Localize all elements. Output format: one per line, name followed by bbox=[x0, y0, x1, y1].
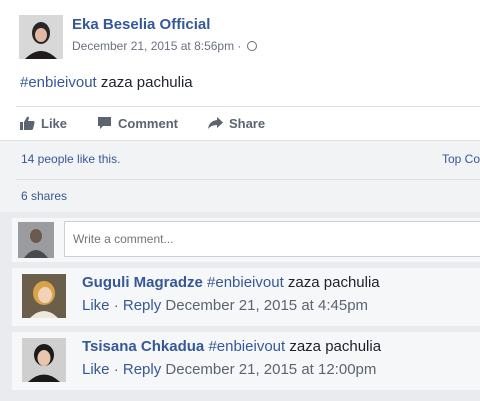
commenter-name[interactable]: Tsisana Chkadua bbox=[82, 338, 204, 355]
comment-timestamp[interactable]: December 21, 2015 at 4:45pm bbox=[165, 297, 368, 314]
post-timestamp-text[interactable]: December 21, 2015 at 8:56pm · bbox=[72, 39, 241, 53]
commenter-name[interactable]: Guguli Magradze bbox=[82, 274, 203, 291]
comment-text: zaza pachulia bbox=[285, 338, 382, 355]
post-author[interactable]: Eka Beselia Official bbox=[72, 16, 210, 33]
author-avatar[interactable] bbox=[19, 15, 63, 59]
likes-summary[interactable]: 14 people like this. bbox=[21, 152, 120, 166]
comment-reply-link[interactable]: Reply bbox=[123, 297, 161, 314]
divider bbox=[16, 179, 480, 180]
comment-content: Guguli Magradze #enbieivout zaza pachuli… bbox=[82, 274, 380, 291]
globe-icon bbox=[247, 41, 258, 51]
thumbs-up-icon bbox=[20, 116, 35, 130]
post-card: Eka Beselia Official December 21, 2015 a… bbox=[0, 0, 480, 212]
post-actions: Like Comment Share bbox=[20, 110, 295, 136]
separator: · bbox=[109, 361, 123, 378]
current-user-avatar bbox=[18, 222, 54, 258]
shares-count[interactable]: 6 shares bbox=[21, 189, 67, 203]
commenter-photo-icon bbox=[22, 338, 66, 382]
comment-timestamp[interactable]: December 21, 2015 at 12:00pm bbox=[165, 361, 376, 378]
post-body: zaza pachulia bbox=[96, 74, 193, 91]
comment-composer bbox=[12, 218, 480, 262]
comment-input[interactable] bbox=[64, 221, 480, 257]
like-button[interactable]: Like bbox=[20, 116, 67, 131]
post-timestamp[interactable]: December 21, 2015 at 8:56pm · bbox=[72, 39, 258, 53]
comment-hashtag[interactable]: #enbieivout bbox=[207, 274, 284, 291]
share-label: Share bbox=[228, 115, 266, 131]
post-hashtag[interactable]: #enbieivout bbox=[20, 74, 97, 91]
separator: · bbox=[109, 297, 123, 314]
comment-body: Tsisana Chkadua #enbieivout zaza pachuli… bbox=[82, 338, 381, 378]
author-photo-icon bbox=[19, 15, 63, 59]
comment-item: Tsisana Chkadua #enbieivout zaza pachuli… bbox=[12, 332, 480, 390]
share-arrow-icon bbox=[207, 117, 223, 129]
post-stats: 14 people like this. Top Co 6 shares bbox=[0, 140, 480, 212]
commenter-avatar[interactable] bbox=[22, 338, 66, 382]
comment-label: Comment bbox=[118, 115, 178, 131]
comment-content: Tsisana Chkadua #enbieivout zaza pachuli… bbox=[82, 338, 381, 355]
comment-body: Guguli Magradze #enbieivout zaza pachuli… bbox=[82, 274, 380, 314]
like-label: Like bbox=[41, 115, 68, 131]
commenter-avatar[interactable] bbox=[22, 274, 66, 318]
comment-like-link[interactable]: Like bbox=[82, 361, 110, 378]
user-photo-icon bbox=[18, 222, 54, 258]
comment-hashtag[interactable]: #enbieivout bbox=[208, 338, 285, 355]
comment-item: Guguli Magradze #enbieivout zaza pachuli… bbox=[12, 268, 480, 326]
share-button[interactable]: Share bbox=[207, 115, 266, 131]
comment-reply-link[interactable]: Reply bbox=[123, 361, 161, 378]
comment-text: zaza pachulia bbox=[283, 274, 380, 291]
top-comments-toggle[interactable]: Top Co bbox=[442, 152, 480, 166]
comment-bubble-icon bbox=[98, 117, 112, 129]
comment-button[interactable]: Comment bbox=[97, 116, 178, 131]
comment-meta: Like · Reply December 21, 2015 at 4:45pm bbox=[82, 297, 380, 314]
comment-like-link[interactable]: Like bbox=[82, 297, 110, 314]
post-text: #enbieivout zaza pachulia bbox=[20, 74, 193, 91]
comment-meta: Like · Reply December 21, 2015 at 12:00p… bbox=[82, 361, 381, 378]
commenter-photo-icon bbox=[22, 274, 66, 318]
divider bbox=[16, 106, 480, 107]
